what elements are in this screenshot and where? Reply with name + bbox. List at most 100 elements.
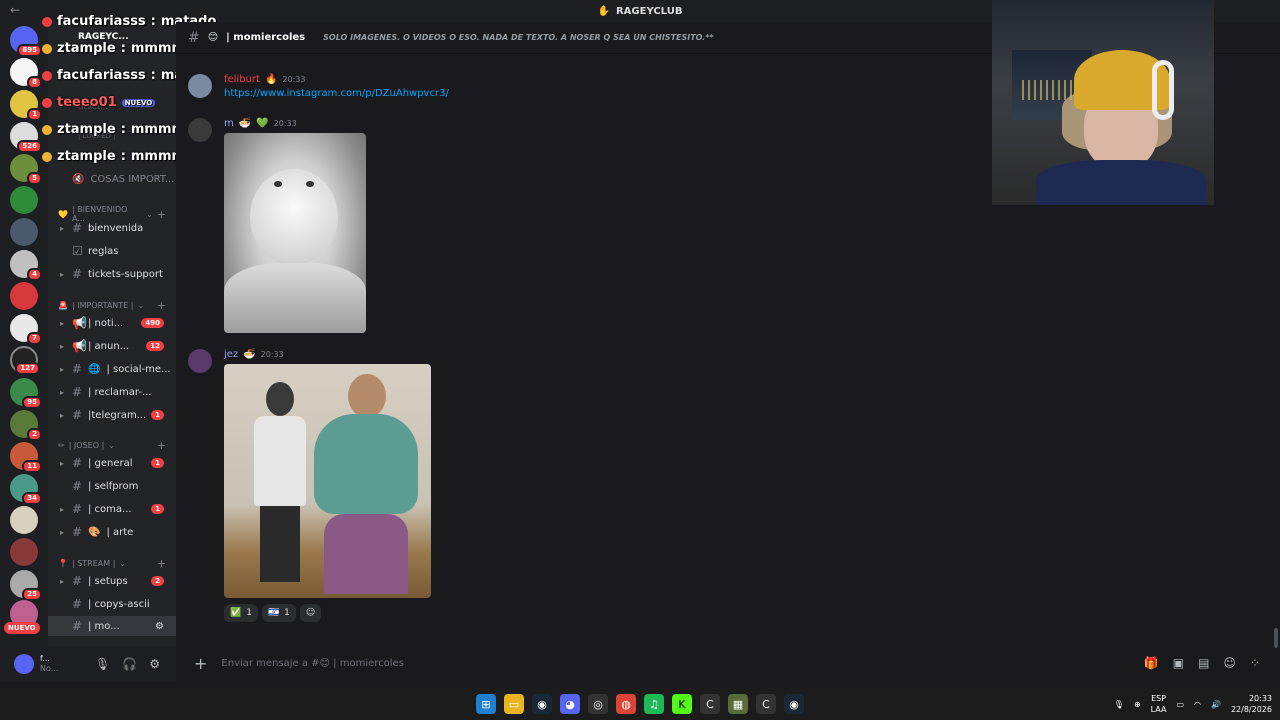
image-attachment[interactable]: [224, 364, 431, 598]
channel-noticias[interactable]: ▸ 📢 | noti... 490: [48, 313, 176, 333]
guild-icon[interactable]: 526: [10, 122, 42, 153]
channel-tickets-support[interactable]: ▸ # tickets-support: [48, 264, 176, 284]
discord-icon[interactable]: ◕: [560, 694, 580, 714]
emoji-icon[interactable]: ☺: [1223, 656, 1236, 670]
windows-start-icon[interactable]: ⊞: [476, 694, 496, 714]
wifi-icon[interactable]: ◠: [1194, 700, 1201, 709]
channel-anuncios[interactable]: ▸ 📢 | anun... 12: [48, 336, 176, 356]
guild-icon[interactable]: 2: [10, 410, 42, 441]
guild-icon[interactable]: 95: [10, 378, 42, 409]
overlay-badge: NUEVO: [121, 98, 156, 107]
channel-reglas[interactable]: ☑ reglas: [48, 241, 176, 261]
guild-icon[interactable]: [10, 186, 38, 214]
kick-icon[interactable]: K: [672, 694, 692, 714]
category-joseo[interactable]: ✏ | JOSEO | ⌄ +: [58, 439, 166, 452]
guild-home[interactable]: 695: [10, 26, 42, 57]
channel-general[interactable]: ▸ # | general 1: [48, 453, 176, 473]
megaphone-icon: 📢: [72, 339, 87, 353]
add-channel-icon[interactable]: +: [157, 299, 166, 312]
settings-icon[interactable]: ⚙: [155, 621, 164, 632]
gif-icon[interactable]: ▣: [1173, 656, 1184, 670]
volume-icon[interactable]: 🔊: [1211, 700, 1221, 709]
network-icon[interactable]: ⊕: [1134, 700, 1141, 709]
channel-social-media[interactable]: ▸ # 🌐 | social-me...: [48, 359, 176, 379]
category-stream[interactable]: 📍 | STREAM | ⌄ +: [58, 557, 166, 570]
reaction-check[interactable]: ✅ 1: [224, 604, 258, 622]
channel-emoji-icon: 😊: [207, 32, 219, 43]
message-author[interactable]: feliburt: [224, 74, 260, 85]
avatar[interactable]: [188, 74, 212, 98]
sticker-icon[interactable]: ▤: [1198, 656, 1209, 670]
avatar[interactable]: [188, 118, 212, 142]
hash-icon: #: [72, 597, 83, 611]
channel-arte[interactable]: ▸ # 🎨 | arte: [48, 522, 176, 542]
ccleaner-icon[interactable]: C: [700, 694, 720, 714]
channel-reclamar[interactable]: ▸ # | reclamar-...: [48, 382, 176, 402]
guild-badge: 4: [27, 268, 42, 281]
microphone-icon[interactable]: 🎙: [1114, 700, 1124, 709]
gift-icon[interactable]: 🎁: [1144, 656, 1159, 670]
guild-icon[interactable]: 8: [10, 58, 42, 89]
clock[interactable]: 20:33 22/8/2026: [1231, 693, 1272, 715]
channel-momiercoles[interactable]: # | mo... ⚙: [48, 616, 176, 636]
channel-topic[interactable]: SOLO IMAGENES. O VIDEOS O ESO. NADA DE T…: [323, 33, 714, 42]
channel-selfprom[interactable]: # | selfprom: [48, 476, 176, 496]
add-attachment-icon[interactable]: +: [194, 654, 207, 673]
add-channel-icon[interactable]: +: [157, 439, 166, 452]
channel-comandos[interactable]: ▸ # | coma... 1: [48, 499, 176, 519]
steam-icon[interactable]: ◉: [784, 694, 804, 714]
category-importante[interactable]: 🚨 | IMPORTANTE | ⌄ +: [58, 299, 166, 312]
guild-icon[interactable]: 127: [10, 346, 40, 375]
add-channel-icon[interactable]: +: [157, 557, 166, 570]
guild-icon[interactable]: [10, 538, 38, 566]
app-icon[interactable]: ▦: [728, 694, 748, 714]
guild-icon[interactable]: [10, 282, 38, 310]
spotify-icon[interactable]: ♫: [644, 694, 664, 714]
add-reaction-button[interactable]: ☺: [299, 604, 322, 622]
microphone-icon[interactable]: 🎙: [95, 657, 110, 671]
apps-icon[interactable]: ⁘: [1250, 656, 1260, 670]
channel-cosas-importantes[interactable]: 🔇 COSAS IMPORT...: [48, 169, 176, 189]
headphones-icon[interactable]: 🎧: [122, 657, 137, 671]
guild-icon[interactable]: 11: [10, 442, 42, 473]
guild-icon[interactable]: 25: [10, 570, 42, 601]
message-author[interactable]: jez: [224, 349, 238, 360]
channel-copys-ascii[interactable]: # | copys-ascii: [48, 594, 176, 614]
guild-icon[interactable]: 5: [10, 154, 42, 185]
chevron-down-icon: ⌄: [137, 301, 145, 310]
channel-bienvenida[interactable]: ▸ # bienvenida: [48, 218, 176, 238]
guild-icon[interactable]: [10, 218, 38, 246]
guild-icon[interactable]: 4: [10, 250, 42, 281]
back-arrow-icon[interactable]: ←: [10, 3, 20, 17]
avatar[interactable]: [188, 349, 212, 373]
guild-list[interactable]: 695 8 1 526 5 4 7 127 95 2 11 34 25 NUEV…: [0, 22, 48, 682]
channel-setups[interactable]: ▸ # | setups 2: [48, 571, 176, 591]
chevron-down-icon: ⌄: [108, 441, 115, 450]
composer-placeholder-text: Enviar mensaje a #: [221, 657, 320, 669]
channel-telegram[interactable]: ▸ # |telegram... 1: [48, 405, 176, 425]
image-attachment[interactable]: [224, 133, 366, 333]
language-indicator[interactable]: ESP LAA: [1151, 693, 1167, 715]
channel-label: tickets-support: [88, 268, 163, 280]
guild-icon[interactable]: 7: [10, 314, 42, 345]
scrollbar[interactable]: [1274, 628, 1278, 648]
steam-icon[interactable]: ◉: [532, 694, 552, 714]
message-author[interactable]: m: [224, 118, 234, 129]
reaction-flag[interactable]: 🇮🇱 1: [261, 604, 296, 622]
message-composer[interactable]: + Enviar mensaje a #😊 | momiercoles 🎁 ▣ …: [184, 648, 1272, 678]
chrome-icon[interactable]: ◍: [616, 694, 636, 714]
user-dot-icon: [42, 70, 52, 81]
guild-icon[interactable]: 1: [10, 90, 42, 121]
avatar[interactable]: [14, 654, 34, 674]
guild-badge: 1: [27, 108, 42, 121]
ccleaner-icon[interactable]: C: [756, 694, 776, 714]
gear-icon[interactable]: ⚙: [149, 657, 160, 671]
guild-icon[interactable]: [10, 506, 38, 534]
display-icon[interactable]: ▭: [1176, 700, 1184, 709]
file-explorer-icon[interactable]: ▭: [504, 694, 524, 714]
message-link[interactable]: https://www.instagram.com/p/DZuAhwpvcr3/: [224, 88, 449, 99]
app-icon[interactable]: ◎: [588, 694, 608, 714]
channel-name: | momiercoles: [226, 32, 306, 43]
composer-placeholder[interactable]: Enviar mensaje a #😊 | momiercoles: [221, 658, 404, 669]
guild-icon[interactable]: 34: [10, 474, 42, 505]
